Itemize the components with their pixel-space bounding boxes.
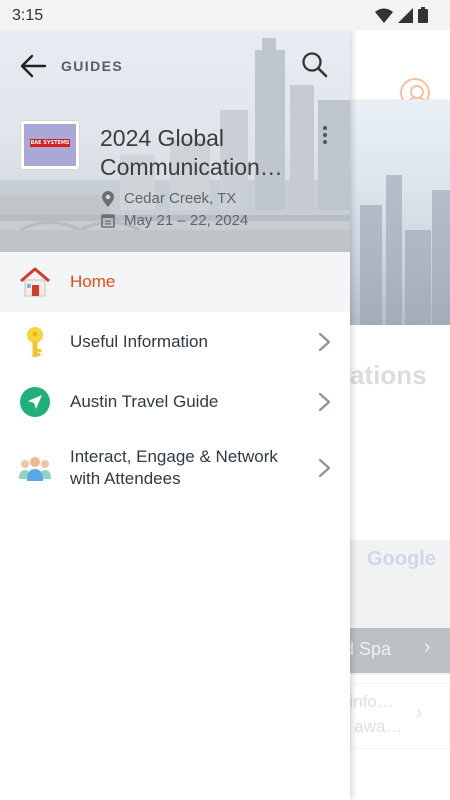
event-title-line1: 2024 Global xyxy=(100,125,225,151)
calendar-icon xyxy=(100,213,116,229)
drawer-nav-list: Home Useful Information Austin Travel Gu… xyxy=(0,252,350,504)
home-icon xyxy=(18,265,52,299)
nav-label-austin-travel-guide: Austin Travel Guide xyxy=(70,392,219,411)
key-icon xyxy=(18,325,52,359)
nav-item-useful-information[interactable]: Useful Information xyxy=(0,312,350,372)
nav-label-line2: with Attendees xyxy=(70,469,181,488)
nav-label-line1: Interact, Engage & Network xyxy=(70,447,278,466)
drawer-header: GUIDES BAE SYSTEMS 2024 Global Communica… xyxy=(0,30,350,252)
chevron-right-icon xyxy=(318,392,331,412)
event-dates-text: May 21 – 22, 2024 xyxy=(124,212,249,229)
more-vertical-icon xyxy=(318,126,332,144)
nav-item-austin-travel-guide[interactable]: Austin Travel Guide xyxy=(0,372,350,432)
wifi-icon xyxy=(375,8,393,28)
event-logo: BAE SYSTEMS xyxy=(20,120,80,170)
status-time: 3:15 xyxy=(12,7,44,24)
cellular-signal-icon xyxy=(398,7,413,28)
search-icon xyxy=(302,52,328,78)
nav-label-useful-information: Useful Information xyxy=(70,332,208,351)
event-location-text: Cedar Creek, TX xyxy=(124,190,237,207)
battery-icon xyxy=(418,7,428,28)
back-button[interactable] xyxy=(18,52,50,80)
status-bar: 3:15 xyxy=(0,0,450,30)
chevron-right-icon xyxy=(318,332,331,352)
event-title[interactable]: 2024 Global Communication… xyxy=(100,124,310,182)
nav-label-interact-engage-network: Interact, Engage & Network with Attendee… xyxy=(70,446,278,490)
people-icon xyxy=(18,451,52,485)
status-icons xyxy=(375,7,428,28)
event-title-line2: Communication… xyxy=(100,154,283,180)
navigation-arrow-icon xyxy=(18,385,52,419)
navigation-drawer: GUIDES BAE SYSTEMS 2024 Global Communica… xyxy=(0,30,350,800)
more-options-button[interactable] xyxy=(318,126,332,150)
arrow-left-icon xyxy=(20,54,47,78)
event-logo-text: BAE SYSTEMS xyxy=(30,139,70,147)
event-location: Cedar Creek, TX xyxy=(100,190,236,207)
chevron-right-icon xyxy=(318,458,331,478)
nav-label-home: Home xyxy=(70,272,116,291)
location-pin-icon xyxy=(100,190,116,207)
section-label: GUIDES xyxy=(61,58,124,74)
search-button[interactable] xyxy=(300,50,330,80)
nav-item-interact-engage-network[interactable]: Interact, Engage & Network with Attendee… xyxy=(0,432,350,504)
nav-item-home[interactable]: Home xyxy=(0,252,350,312)
event-dates: May 21 – 22, 2024 xyxy=(100,212,248,229)
